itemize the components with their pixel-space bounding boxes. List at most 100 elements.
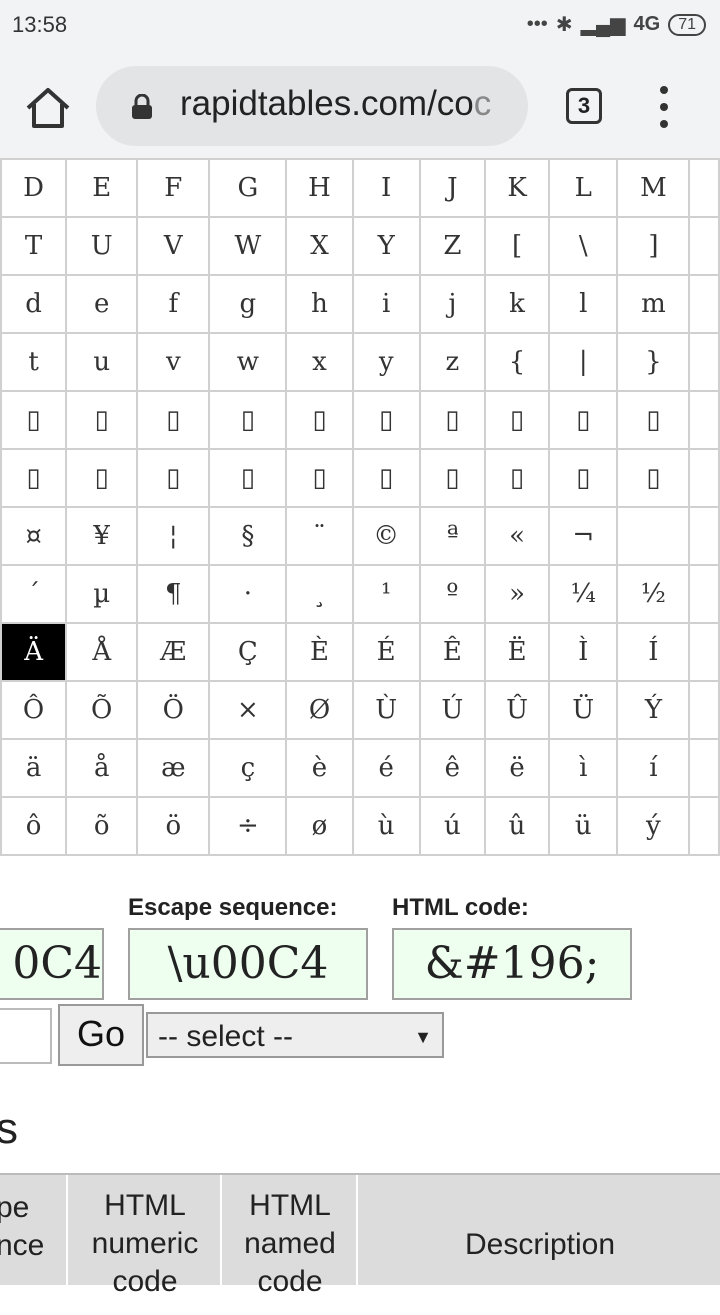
char-cell[interactable]: W xyxy=(208,216,288,276)
char-cell[interactable]: k xyxy=(483,274,551,334)
char-cell[interactable]: D xyxy=(0,158,68,218)
char-cell[interactable]: ¨ xyxy=(285,506,354,566)
char-cell[interactable]: © xyxy=(351,506,421,566)
char-cell[interactable]: ] xyxy=(616,216,691,276)
char-cell[interactable]: Ü xyxy=(548,680,619,740)
char-cell[interactable]: X xyxy=(285,216,354,276)
char-cell[interactable]: Ë xyxy=(483,622,551,682)
char-cell[interactable]: v xyxy=(136,332,211,392)
char-cell[interactable]: y xyxy=(351,332,421,392)
char-cell[interactable]: ▯ xyxy=(548,448,619,508)
char-cell[interactable]: Ç xyxy=(208,622,288,682)
char-cell[interactable]: × xyxy=(208,680,288,740)
char-cell[interactable]: » xyxy=(483,564,551,624)
char-cell[interactable]: è xyxy=(285,738,354,798)
char-cell[interactable]: § xyxy=(208,506,288,566)
char-cell[interactable]: j xyxy=(418,274,486,334)
char-cell[interactable]: | xyxy=(548,332,619,392)
char-cell[interactable]: ½ xyxy=(616,564,691,624)
char-cell[interactable]: É xyxy=(351,622,421,682)
char-cell[interactable]: µ xyxy=(65,564,139,624)
char-cell[interactable]: g xyxy=(208,274,288,334)
char-cell[interactable]: ë xyxy=(483,738,551,798)
char-cell[interactable]: Õ xyxy=(65,680,139,740)
char-cell[interactable]: ì xyxy=(548,738,619,798)
char-cell[interactable]: ç xyxy=(208,738,288,798)
char-cell[interactable]: ▯ xyxy=(136,390,211,450)
char-cell[interactable]: I xyxy=(351,158,421,218)
char-cell[interactable]: ´ xyxy=(0,564,68,624)
char-cell[interactable]: ▯ xyxy=(285,448,354,508)
char-cell[interactable]: Û xyxy=(483,680,551,740)
char-cell[interactable]: ▯ xyxy=(285,390,354,450)
char-cell[interactable]: æ xyxy=(136,738,211,798)
char-cell[interactable]: ▯ xyxy=(483,448,551,508)
char-cell[interactable]: ¤ xyxy=(0,506,68,566)
char-cell[interactable]: ¦ xyxy=(136,506,211,566)
char-cell[interactable]: Ý xyxy=(616,680,691,740)
char-cell[interactable]: ▯ xyxy=(616,448,691,508)
home-button[interactable] xyxy=(22,82,74,134)
char-cell[interactable]: Ú xyxy=(418,680,486,740)
char-cell[interactable]: e xyxy=(65,274,139,334)
char-cell[interactable]: ▯ xyxy=(418,390,486,450)
char-cell[interactable]: ý xyxy=(616,796,691,856)
char-cell[interactable]: E xyxy=(65,158,139,218)
char-cell[interactable]: Ø xyxy=(285,680,354,740)
html-code-output[interactable]: &#196; xyxy=(392,928,632,1000)
char-cell[interactable]: w xyxy=(208,332,288,392)
char-cell[interactable]: [ xyxy=(483,216,551,276)
char-cell[interactable]: ▯ xyxy=(65,448,139,508)
char-cell[interactable]: È xyxy=(285,622,354,682)
char-cell[interactable]: M xyxy=(616,158,691,218)
char-cell[interactable]: « xyxy=(483,506,551,566)
char-cell[interactable]: ô xyxy=(0,796,68,856)
char-cell[interactable]: K xyxy=(483,158,551,218)
char-cell[interactable]: ª xyxy=(418,506,486,566)
char-cell[interactable]: û xyxy=(483,796,551,856)
char-cell[interactable]: T xyxy=(0,216,68,276)
overflow-menu-button[interactable] xyxy=(650,86,678,130)
char-cell[interactable]: ▯ xyxy=(0,390,68,450)
char-cell[interactable]: ¶ xyxy=(136,564,211,624)
char-cell[interactable]: ú xyxy=(418,796,486,856)
char-cell[interactable]: ù xyxy=(351,796,421,856)
escape-sequence-output[interactable]: \u00C4 xyxy=(128,928,368,1000)
char-cell[interactable]: d xyxy=(0,274,68,334)
char-cell[interactable]: ä xyxy=(0,738,68,798)
char-cell[interactable]: ▯ xyxy=(351,390,421,450)
char-cell[interactable]: t xyxy=(0,332,68,392)
char-cell[interactable]: ê xyxy=(418,738,486,798)
char-cell[interactable]: l xyxy=(548,274,619,334)
char-cell[interactable]: Z xyxy=(418,216,486,276)
unicode-output[interactable]: 0C4 xyxy=(0,928,104,1000)
char-cell[interactable]: ▯ xyxy=(208,448,288,508)
char-cell[interactable]: ▯ xyxy=(548,390,619,450)
char-cell[interactable]: f xyxy=(136,274,211,334)
char-cell[interactable]: ¥ xyxy=(65,506,139,566)
char-cell[interactable]: i xyxy=(351,274,421,334)
char-cell[interactable]: Ä xyxy=(0,622,68,682)
char-cell[interactable]: V xyxy=(136,216,211,276)
char-cell[interactable]: { xyxy=(483,332,551,392)
char-cell[interactable]: h xyxy=(285,274,354,334)
char-cell[interactable]: ø xyxy=(285,796,354,856)
char-cell[interactable]: L xyxy=(548,158,619,218)
char-cell[interactable]: õ xyxy=(65,796,139,856)
char-cell[interactable]: ÷ xyxy=(208,796,288,856)
char-cell[interactable]: å xyxy=(65,738,139,798)
char-cell[interactable]: ▯ xyxy=(351,448,421,508)
tab-switcher-button[interactable]: 3 xyxy=(566,88,602,124)
char-cell[interactable]: J xyxy=(418,158,486,218)
char-cell[interactable]: Y xyxy=(351,216,421,276)
char-cell[interactable]: ü xyxy=(548,796,619,856)
char-cell[interactable]: u xyxy=(65,332,139,392)
character-input[interactable] xyxy=(0,1008,52,1064)
char-cell[interactable]: í xyxy=(616,738,691,798)
char-cell[interactable]: ¸ xyxy=(285,564,354,624)
char-cell[interactable]: U xyxy=(65,216,139,276)
char-cell[interactable]: } xyxy=(616,332,691,392)
char-cell[interactable] xyxy=(616,506,691,566)
charset-select[interactable]: -- select -- ▼ xyxy=(146,1012,444,1058)
char-cell[interactable]: F xyxy=(136,158,211,218)
